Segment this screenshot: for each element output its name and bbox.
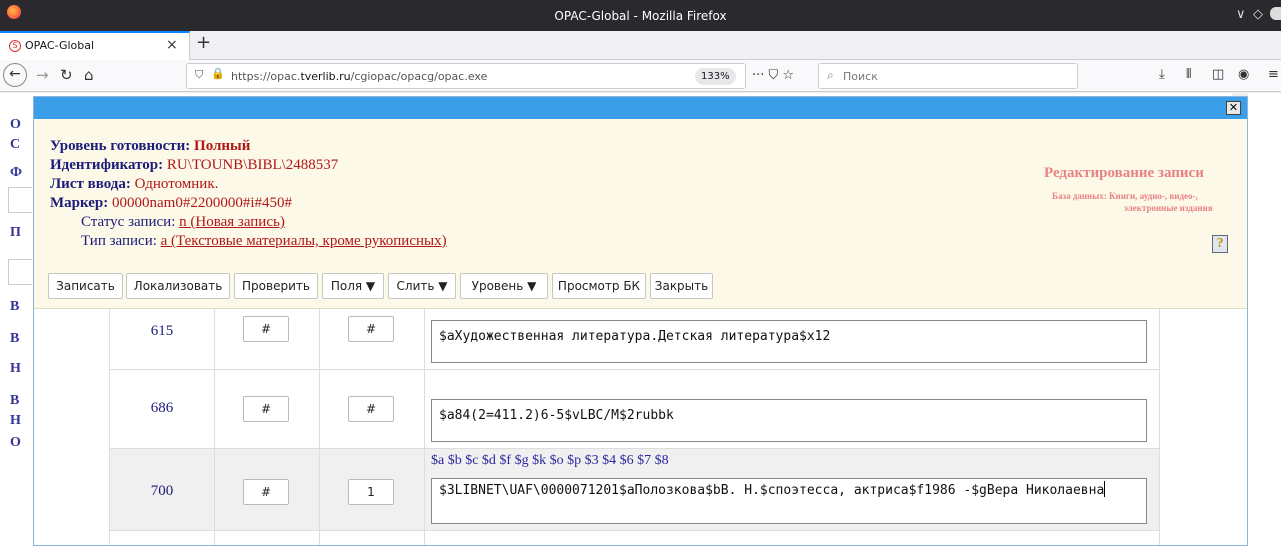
minimize-icon[interactable]: ∨ bbox=[1236, 7, 1246, 22]
indicator-1-button[interactable]: # bbox=[243, 396, 289, 422]
check-button[interactable]: Проверить bbox=[234, 273, 318, 299]
marker-line: Маркер: 00000nam0#2200000#i#450# bbox=[50, 195, 293, 211]
navigation-bar: ← → ↻ ⌂ ⛉ 🔒 https://opac.tverlib.ru/cgio… bbox=[0, 60, 1281, 92]
view-bk-button[interactable]: Просмотр БК bbox=[552, 273, 646, 299]
bg-input bbox=[8, 259, 32, 285]
site-favicon-icon: S bbox=[9, 40, 21, 52]
downloads-icon[interactable]: ⤓ bbox=[1159, 67, 1165, 82]
library-icon[interactable]: ⫴ bbox=[1186, 67, 1191, 82]
table-row: 615 # # $aХудожественная литература.Детс… bbox=[109, 309, 1160, 370]
bg-letter: С bbox=[10, 137, 21, 152]
database-name-continued: электронные издания bbox=[1124, 203, 1213, 213]
search-bar[interactable]: ⌕ Поиск bbox=[818, 63, 1078, 89]
lock-icon[interactable]: 🔒 bbox=[211, 67, 225, 80]
forward-button[interactable]: → bbox=[36, 66, 49, 84]
field-value-input[interactable]: $aХудожественная литература.Детская лите… bbox=[431, 320, 1147, 363]
merge-dropdown-button[interactable]: Слить ▼ bbox=[388, 273, 456, 299]
tab-label: OPAC-Global bbox=[25, 39, 95, 52]
maximize-icon[interactable]: ◇ bbox=[1253, 7, 1263, 22]
tab-close-icon[interactable]: × bbox=[166, 37, 178, 53]
level-dropdown-button[interactable]: Уровень ▼ bbox=[460, 273, 548, 299]
field-value-input-active[interactable]: $3LIBNET\UAF\0000071201$aПолозкова$bВ. Н… bbox=[431, 478, 1147, 524]
home-icon[interactable]: ⌂ bbox=[84, 66, 94, 84]
fields-dropdown-button[interactable]: Поля ▼ bbox=[322, 273, 384, 299]
record-editor-dialog: ✕ Уровень готовности: Полный Идентификат… bbox=[33, 96, 1248, 546]
bg-letter: О bbox=[10, 435, 21, 450]
table-row: 686 # # $a84(2=411.2)6-5$vLBC/M$2rubbk bbox=[109, 370, 1160, 449]
record-type-line: Тип записи: a (Текстовые материалы, кром… bbox=[81, 233, 447, 249]
tab-opac-global[interactable]: S OPAC-Global × bbox=[0, 31, 190, 60]
indicator-1-button[interactable]: # bbox=[243, 316, 289, 342]
window-title: OPAC-Global - Mozilla Firefox bbox=[554, 9, 727, 23]
record-status-link[interactable]: n (Новая запись) bbox=[179, 214, 285, 230]
input-sheet-line: Лист ввода: Однотомник. bbox=[50, 176, 219, 192]
help-icon[interactable]: ? bbox=[1212, 235, 1228, 253]
dialog-header: ✕ bbox=[34, 97, 1247, 119]
new-tab-icon[interactable]: + bbox=[196, 32, 211, 53]
back-button[interactable]: ← bbox=[3, 63, 27, 87]
record-type-link[interactable]: a (Текстовые материалы, кроме рукописных… bbox=[161, 233, 447, 249]
bg-input bbox=[8, 187, 32, 213]
text-caret bbox=[1104, 481, 1106, 497]
field-tag: 686 bbox=[150, 400, 174, 416]
bg-letter: Н bbox=[10, 361, 21, 376]
page-actions-icons[interactable]: ··· ⛉ ☆ bbox=[752, 68, 794, 83]
indicator-2-button[interactable]: 1 bbox=[348, 479, 394, 505]
localize-button[interactable]: Локализовать bbox=[126, 273, 230, 299]
window-titlebar: OPAC-Global - Mozilla Firefox ∨ ◇ bbox=[0, 0, 1281, 31]
indicator-2-button[interactable]: # bbox=[348, 316, 394, 342]
close-window-icon[interactable] bbox=[1270, 7, 1281, 20]
field-tag: 615 bbox=[150, 323, 174, 339]
bg-letter: Ф bbox=[10, 165, 23, 180]
record-status-line: Статус записи: n (Новая запись) bbox=[81, 214, 285, 230]
search-placeholder: Поиск bbox=[843, 70, 878, 83]
search-icon: ⌕ bbox=[827, 68, 834, 82]
identifier-line: Идентификатор: RU\TOUNB\BIBL\2488537 bbox=[50, 157, 339, 173]
subfield-hints: $a $b $c $d $f $g $k $o $p $3 $4 $6 $7 $… bbox=[431, 453, 669, 468]
zoom-indicator[interactable]: 133% bbox=[695, 68, 736, 85]
sidebar-icon[interactable]: ◫ bbox=[1212, 67, 1224, 82]
bg-letter: В bbox=[10, 299, 20, 314]
url-text[interactable]: https://opac.tverlib.ru/cgiopac/opacg/op… bbox=[231, 70, 487, 83]
bg-letter: В bbox=[10, 331, 20, 346]
bg-letter: В bbox=[10, 393, 20, 408]
menu-icon[interactable]: ≡ bbox=[1268, 67, 1279, 82]
tab-strip: S OPAC-Global × + bbox=[0, 31, 1281, 60]
bg-letter: О bbox=[10, 117, 21, 132]
indicator-1-button[interactable]: # bbox=[243, 479, 289, 505]
bg-letter: П bbox=[10, 225, 21, 240]
reload-icon[interactable]: ↻ bbox=[60, 66, 73, 84]
table-row bbox=[109, 531, 1160, 545]
url-bar[interactable]: ⛉ 🔒 https://opac.tverlib.ru/cgiopac/opac… bbox=[186, 63, 746, 89]
indicator-2-button[interactable]: # bbox=[348, 396, 394, 422]
write-button[interactable]: Записать bbox=[48, 273, 123, 299]
account-icon[interactable]: ◉ bbox=[1238, 67, 1249, 82]
field-value-input[interactable]: $a84(2=411.2)6-5$vLBC/M$2rubbk bbox=[431, 399, 1147, 442]
fields-table: 615 # # $aХудожественная литература.Детс… bbox=[109, 309, 1160, 545]
edit-record-title: Редактирование записи bbox=[1044, 165, 1204, 181]
dialog-close-icon[interactable]: ✕ bbox=[1226, 101, 1241, 115]
database-name: База данных: Книги, аудио-, видео-, bbox=[1052, 191, 1198, 201]
field-tag: 700 bbox=[150, 483, 174, 499]
tracking-shield-icon[interactable]: ⛉ bbox=[195, 68, 203, 82]
readiness-line: Уровень готовности: Полный bbox=[50, 138, 251, 154]
bg-letter: Н bbox=[10, 413, 21, 428]
close-button[interactable]: Закрыть bbox=[650, 273, 713, 299]
table-row: 700 # 1 $a $b $c $d $f $g $k $o $p $3 $4… bbox=[109, 449, 1160, 531]
